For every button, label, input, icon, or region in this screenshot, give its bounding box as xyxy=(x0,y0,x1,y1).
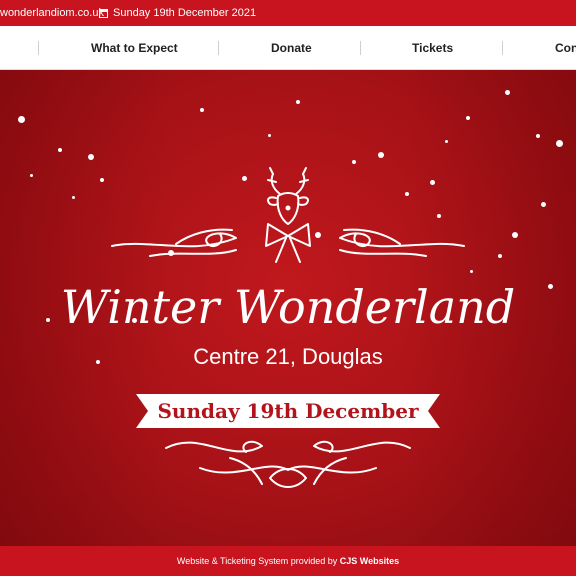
nav-divider xyxy=(38,41,39,55)
event-date-text: Sunday 19th December 2021 xyxy=(113,7,257,19)
nav-divider xyxy=(502,41,503,55)
nav-divider xyxy=(218,41,219,55)
hero-banner: Winter Wonderland Centre 21, Douglas Sun… xyxy=(0,70,576,546)
site-footer: Website & Ticketing System provided by C… xyxy=(0,546,576,576)
date-ribbon: Sunday 19th December xyxy=(136,390,440,432)
event-date-info: Sunday 19th December 2021 xyxy=(99,7,256,19)
reindeer-nose xyxy=(285,205,291,211)
event-title: Winter Wonderland xyxy=(60,280,516,334)
nav-item-what-to-expect[interactable]: What to Expect xyxy=(91,41,178,55)
nav-divider xyxy=(360,41,361,55)
ribbon-date-text: Sunday 19th December xyxy=(157,399,419,423)
calendar-icon xyxy=(99,8,108,18)
contact-email[interactable]: wonderlandiom.co.uk xyxy=(0,7,104,19)
top-info-bar: wonderlandiom.co.uk Sunday 19th December… xyxy=(0,0,576,26)
nav-item-donate[interactable]: Donate xyxy=(271,41,312,55)
footer-credit-text: Website & Ticketing System provided by xyxy=(176,556,338,566)
main-nav: What to Expect Donate Tickets Con xyxy=(0,26,576,70)
nav-item-contact[interactable]: Con xyxy=(555,41,576,55)
nav-item-tickets[interactable]: Tickets xyxy=(412,41,453,55)
event-venue: Centre 21, Douglas xyxy=(193,344,383,369)
footer-brand-link[interactable]: CJS Websites xyxy=(340,556,399,566)
